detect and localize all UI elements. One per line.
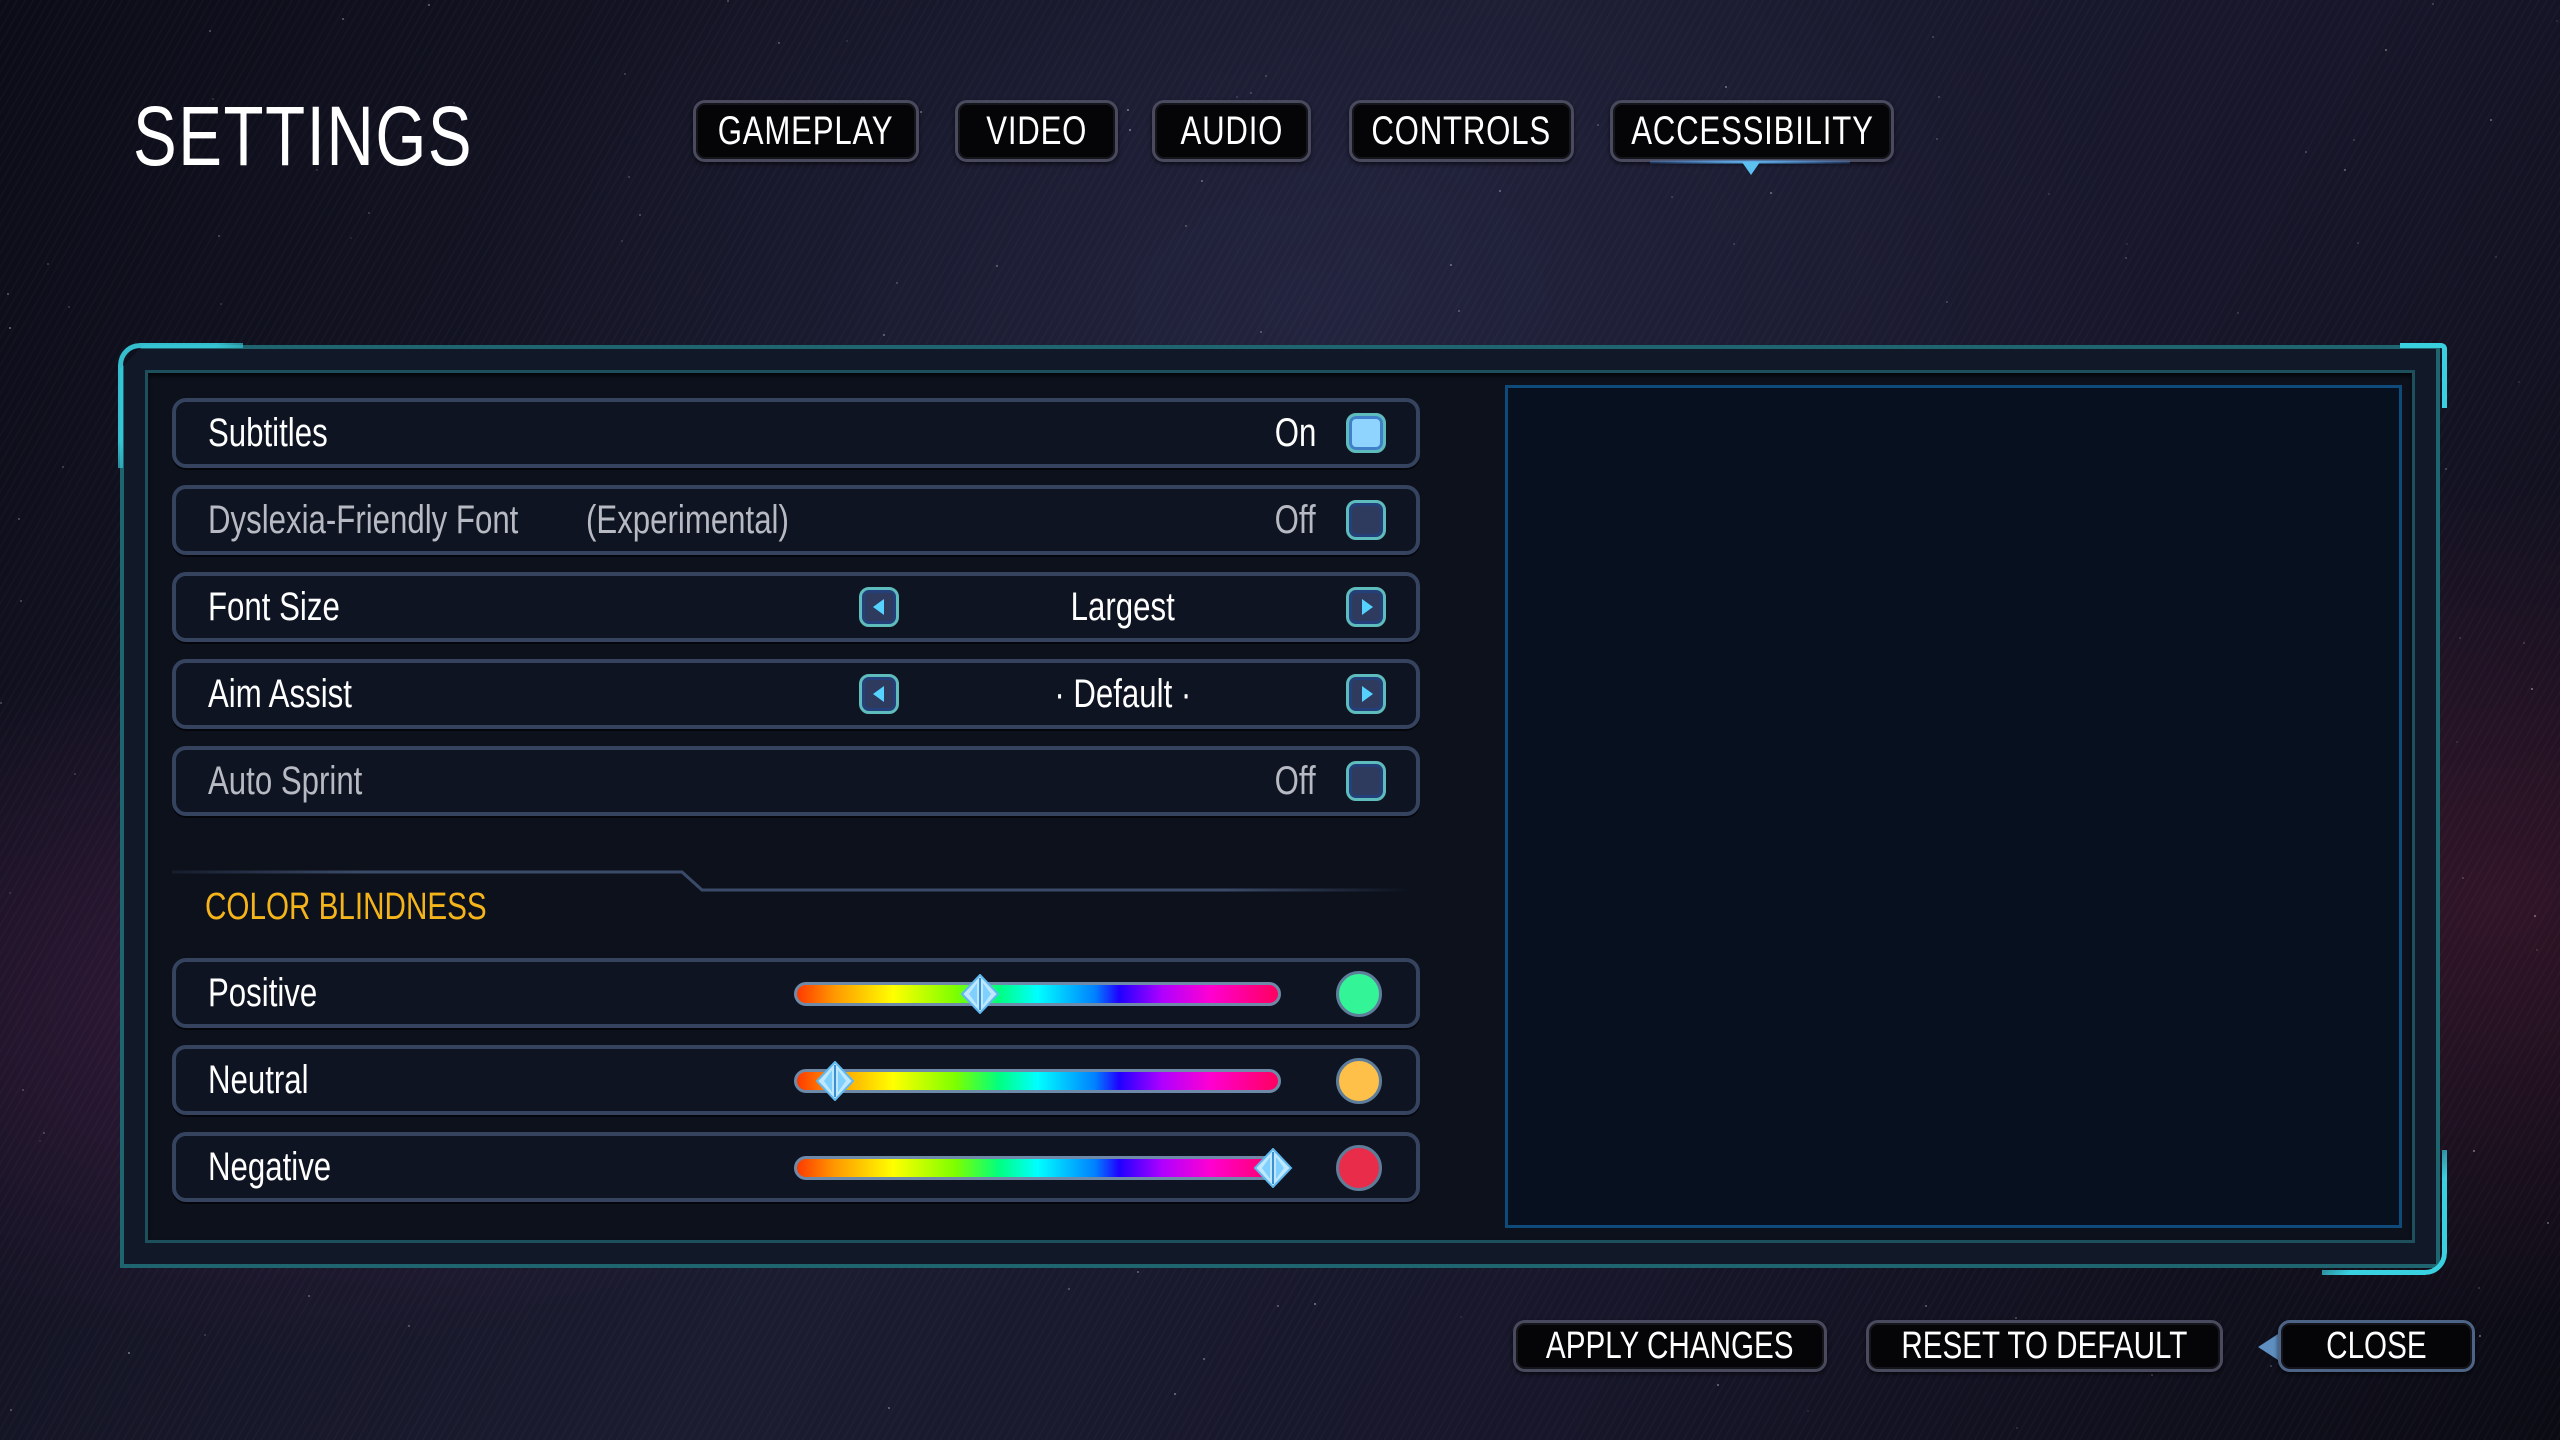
color-row-neutral: Neutral	[172, 1045, 1420, 1115]
setting-label: Auto Sprint	[208, 758, 363, 803]
aim-assist-prev-button[interactable]	[859, 674, 899, 714]
chevron-right-icon	[1362, 686, 1373, 702]
font-size-next-button[interactable]	[1346, 587, 1386, 627]
subtitles-checkbox[interactable]	[1346, 413, 1386, 453]
setting-row-subtitles[interactable]: Subtitles On	[172, 398, 1420, 468]
tab-controls[interactable]: CONTROLS	[1349, 100, 1574, 162]
tab-accessibility[interactable]: ACCESSIBILITY	[1610, 100, 1894, 162]
positive-color-swatch	[1336, 971, 1382, 1017]
page-title: SETTINGS	[133, 89, 474, 183]
experimental-note: (Experimental)	[586, 497, 789, 542]
chevron-right-icon	[1362, 599, 1373, 615]
reset-to-default-button[interactable]: RESET TO DEFAULT	[1866, 1320, 2223, 1372]
setting-value: On	[1274, 410, 1316, 455]
aim-assist-value: · Default ·	[1054, 671, 1191, 716]
tab-audio[interactable]: AUDIO	[1152, 100, 1311, 162]
negative-color-swatch	[1336, 1145, 1382, 1191]
setting-label: Subtitles	[208, 410, 328, 455]
setting-row-auto-sprint[interactable]: Auto Sprint Off	[172, 746, 1420, 816]
aim-assist-next-button[interactable]	[1346, 674, 1386, 714]
color-label: Neutral	[208, 1057, 309, 1102]
setting-row-dyslexia-font[interactable]: Dyslexia-Friendly Font (Experimental) Of…	[172, 485, 1420, 555]
apply-changes-button[interactable]: APPLY CHANGES	[1513, 1320, 1827, 1372]
chevron-left-icon	[872, 599, 884, 615]
setting-label: Dyslexia-Friendly Font	[208, 497, 519, 542]
negative-hue-slider[interactable]	[794, 1148, 1293, 1188]
chevron-left-icon	[872, 686, 884, 702]
active-tab-caret-icon	[1742, 162, 1760, 175]
slider-knob-handle[interactable]	[960, 974, 1000, 1014]
section-title-color-blindness: COLOR BLINDNESS	[205, 886, 487, 928]
font-size-prev-button[interactable]	[859, 587, 899, 627]
color-label: Negative	[208, 1144, 332, 1189]
positive-hue-slider[interactable]	[794, 974, 1281, 1014]
close-pointer-icon	[2258, 1334, 2278, 1360]
setting-label: Aim Assist	[208, 671, 352, 716]
setting-row-aim-assist[interactable]: Aim Assist · Default ·	[172, 659, 1420, 729]
preview-panel	[1505, 385, 2402, 1228]
slider-knob-handle[interactable]	[815, 1061, 855, 1101]
setting-label: Font Size	[208, 584, 340, 629]
color-row-negative: Negative	[172, 1132, 1420, 1202]
tab-video[interactable]: VIDEO	[955, 100, 1118, 162]
color-row-positive: Positive	[172, 958, 1420, 1028]
slider-knob-handle[interactable]	[1253, 1148, 1293, 1188]
tab-gameplay[interactable]: GAMEPLAY	[693, 100, 919, 162]
font-size-value: Largest	[1070, 584, 1175, 629]
setting-row-font-size[interactable]: Font Size Largest	[172, 572, 1420, 642]
setting-value: Off	[1274, 497, 1316, 542]
neutral-hue-slider[interactable]	[794, 1061, 1281, 1101]
auto-sprint-checkbox[interactable]	[1346, 761, 1386, 801]
color-label: Positive	[208, 970, 318, 1015]
setting-value: Off	[1274, 758, 1316, 803]
neutral-color-swatch	[1336, 1058, 1382, 1104]
close-button[interactable]: CLOSE	[2278, 1320, 2475, 1372]
dyslexia-font-checkbox[interactable]	[1346, 500, 1386, 540]
